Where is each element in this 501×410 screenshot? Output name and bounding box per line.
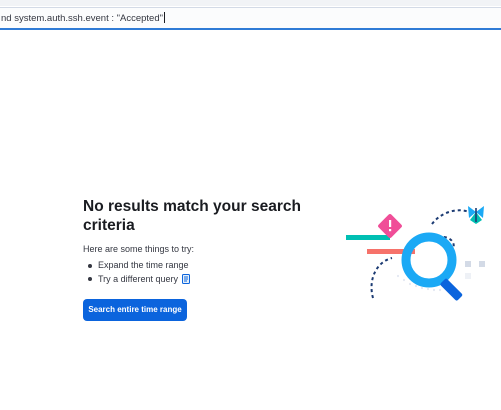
empty-state-lead: Here are some things to try: xyxy=(83,244,195,254)
documentation-icon[interactable] xyxy=(182,273,191,285)
tip-label: Try a different query xyxy=(98,273,179,284)
tip-different-query: Try a different query xyxy=(83,273,323,287)
bullet-icon xyxy=(88,277,92,282)
no-results-illustration xyxy=(340,200,501,310)
top-strip xyxy=(0,0,501,6)
magnifier-lens xyxy=(401,232,457,288)
empty-state-title: No results match your search criteria xyxy=(83,198,301,234)
query-input-value[interactable]: nd system.auth.ssh.event : "Accepted" xyxy=(1,13,163,24)
magnifier-handle xyxy=(440,278,463,301)
query-input[interactable]: nd system.auth.ssh.event : "Accepted" xyxy=(1,12,165,24)
tip-expand-time-range: Expand the time range xyxy=(83,259,323,273)
butterfly-icon xyxy=(468,206,484,224)
empty-state-panel: No results match your search criteria He… xyxy=(83,198,323,321)
bullet-icon xyxy=(88,263,92,268)
block-shape xyxy=(465,261,471,267)
block-shape xyxy=(479,261,485,267)
block-shape xyxy=(465,273,471,279)
teal-bar xyxy=(346,235,390,240)
search-entire-time-range-button[interactable]: Search entire time range xyxy=(83,299,187,321)
query-bar[interactable]: nd system.auth.ssh.event : "Accepted" xyxy=(0,7,501,30)
tip-label: Expand the time range xyxy=(98,260,189,270)
tips-list: Expand the time range Try a different qu… xyxy=(83,259,323,286)
text-caret xyxy=(164,12,165,23)
magnifier-illustration xyxy=(346,206,485,301)
warning-icon xyxy=(378,214,402,238)
dashed-arc xyxy=(370,257,393,299)
